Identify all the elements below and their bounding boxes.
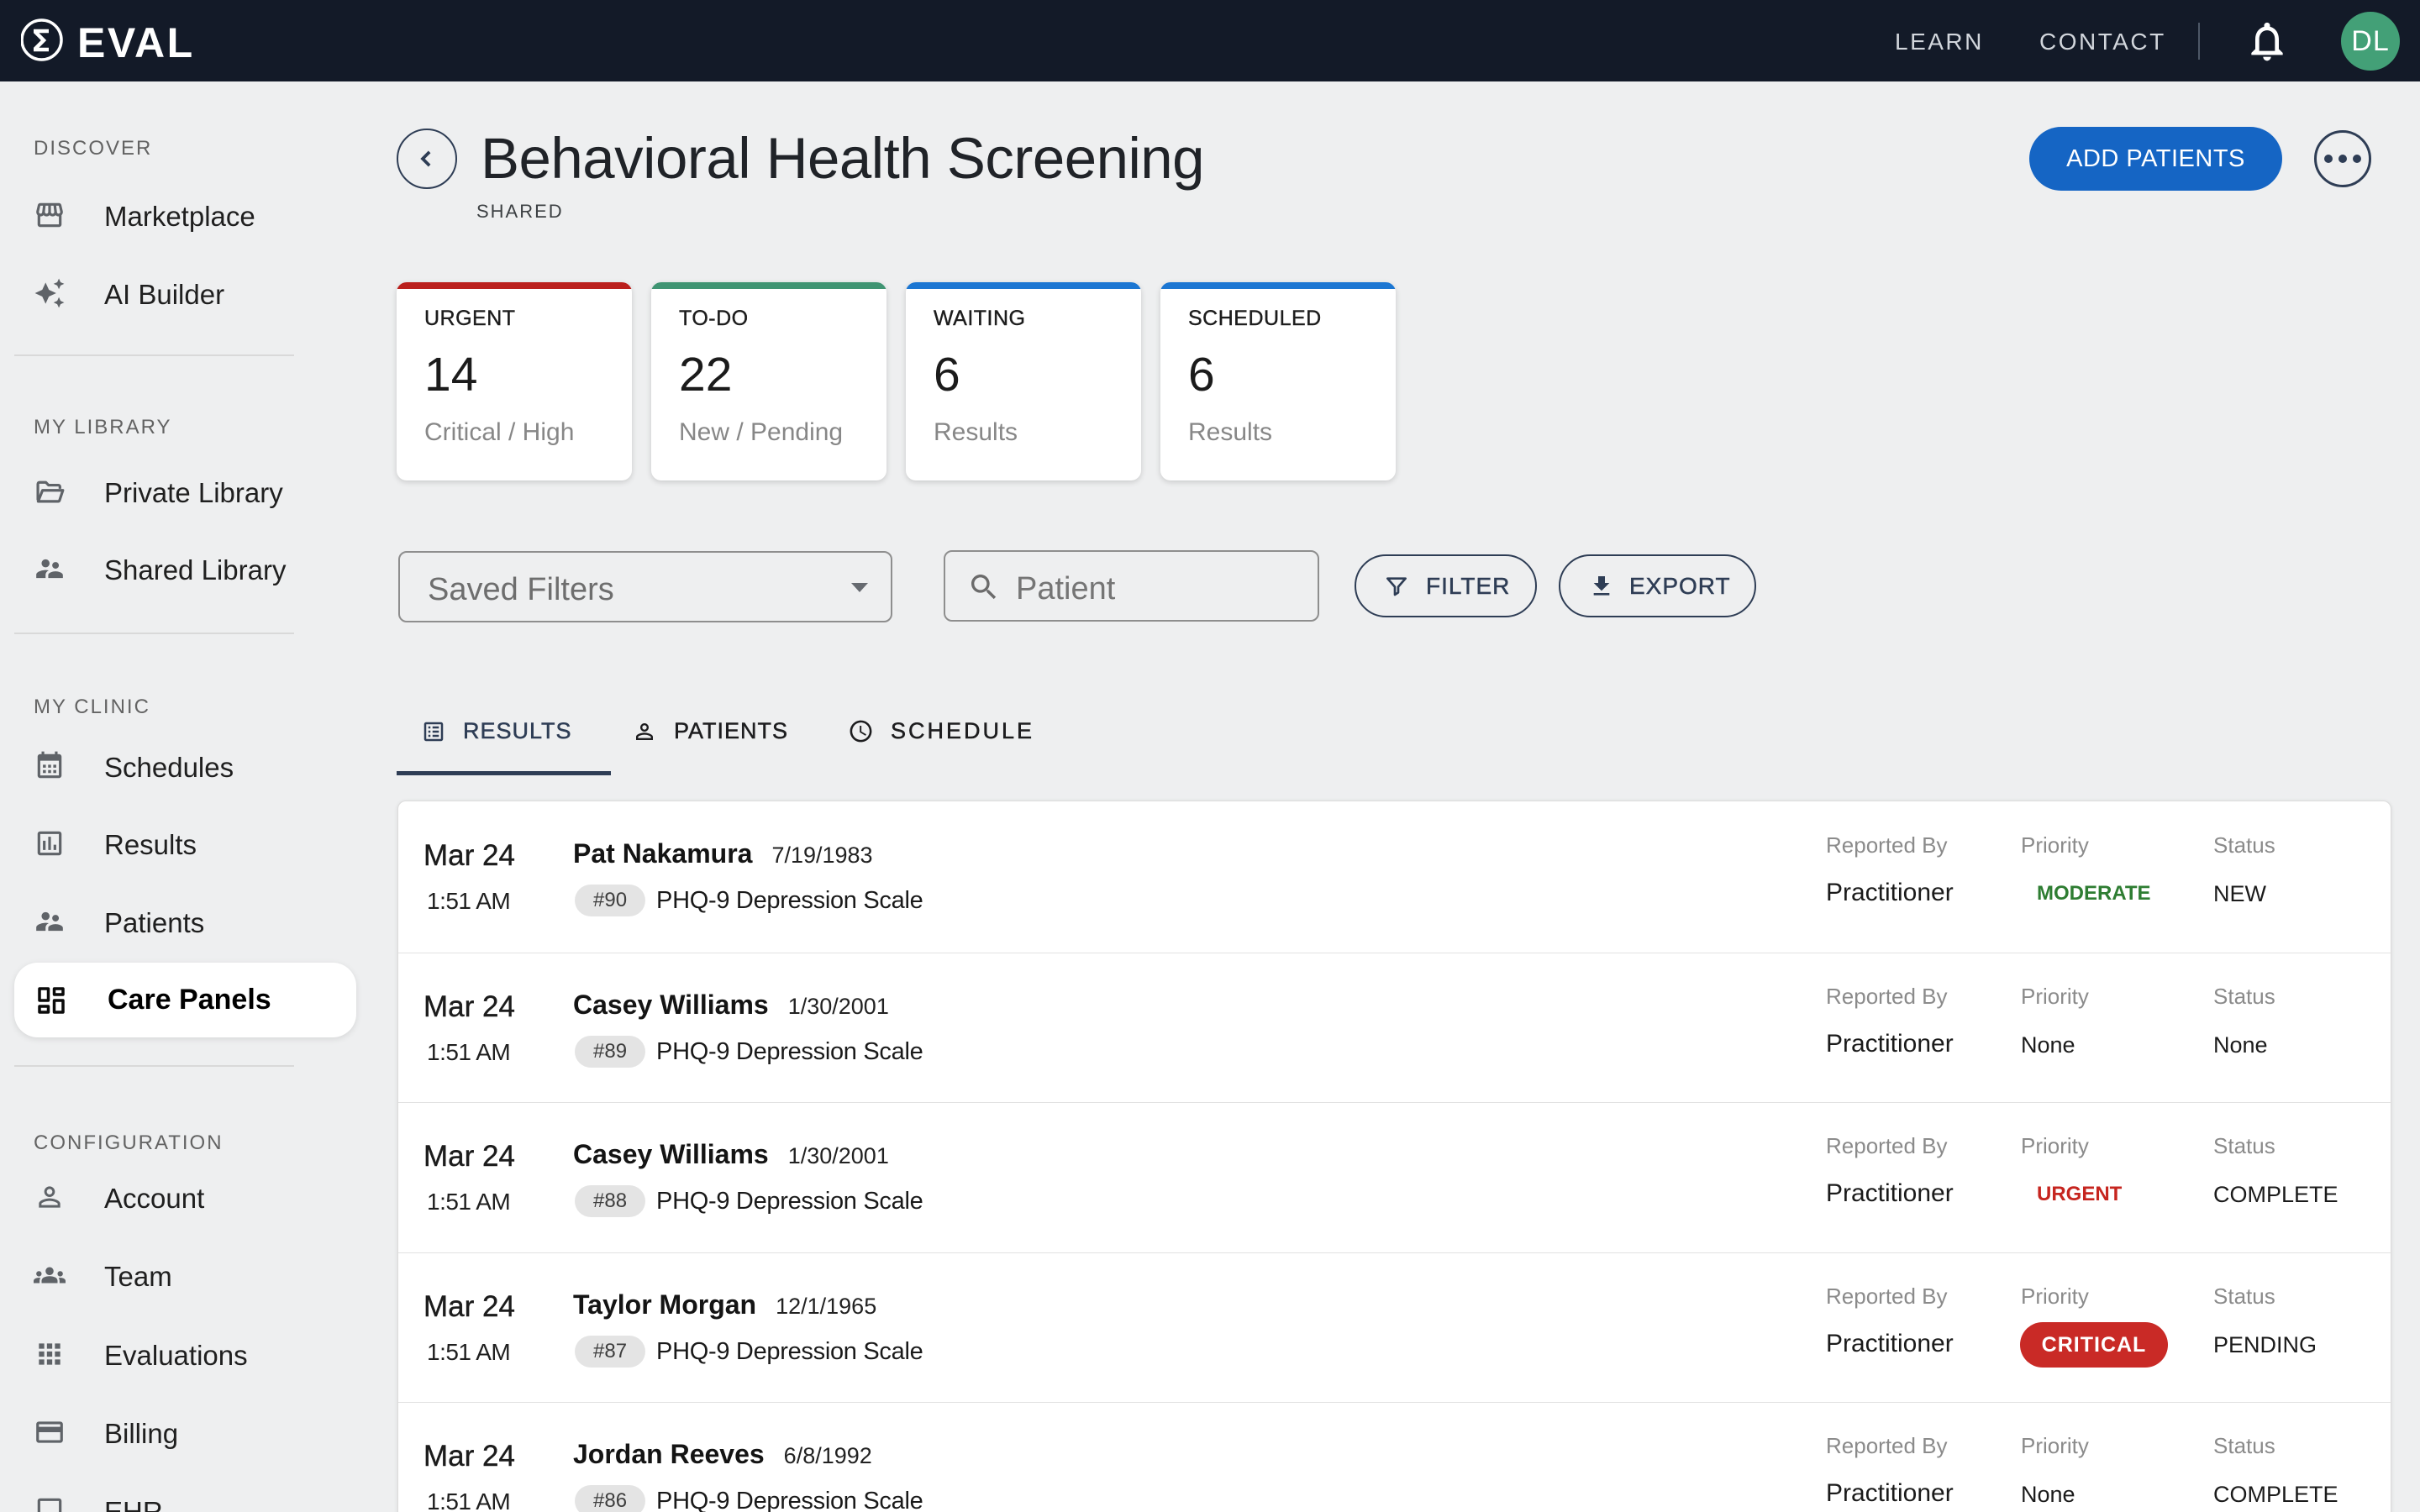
svg-text:EVAL: EVAL bbox=[77, 19, 195, 66]
